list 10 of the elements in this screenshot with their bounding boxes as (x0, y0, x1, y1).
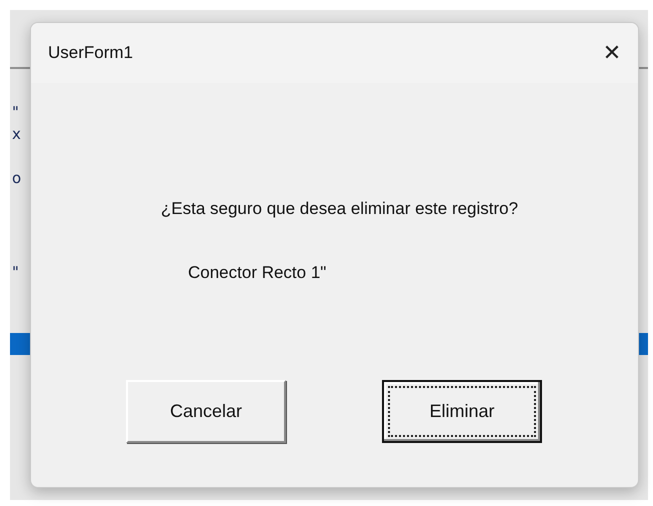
cell-text: o (12, 169, 22, 187)
message-text: ¿Esta seguro que desea eliminar este registro? (160, 199, 520, 219)
delete-button[interactable]: Eliminar (382, 380, 542, 443)
cell-text: " (12, 263, 19, 281)
window-title: UserForm1 (48, 43, 134, 63)
cell-text: " (12, 103, 19, 121)
cancel-button[interactable]: Cancelar (126, 380, 286, 443)
record-label: Conector Recto 1" (188, 263, 328, 283)
cell-text: x (12, 125, 21, 143)
close-button[interactable]: ✕ (586, 24, 638, 82)
